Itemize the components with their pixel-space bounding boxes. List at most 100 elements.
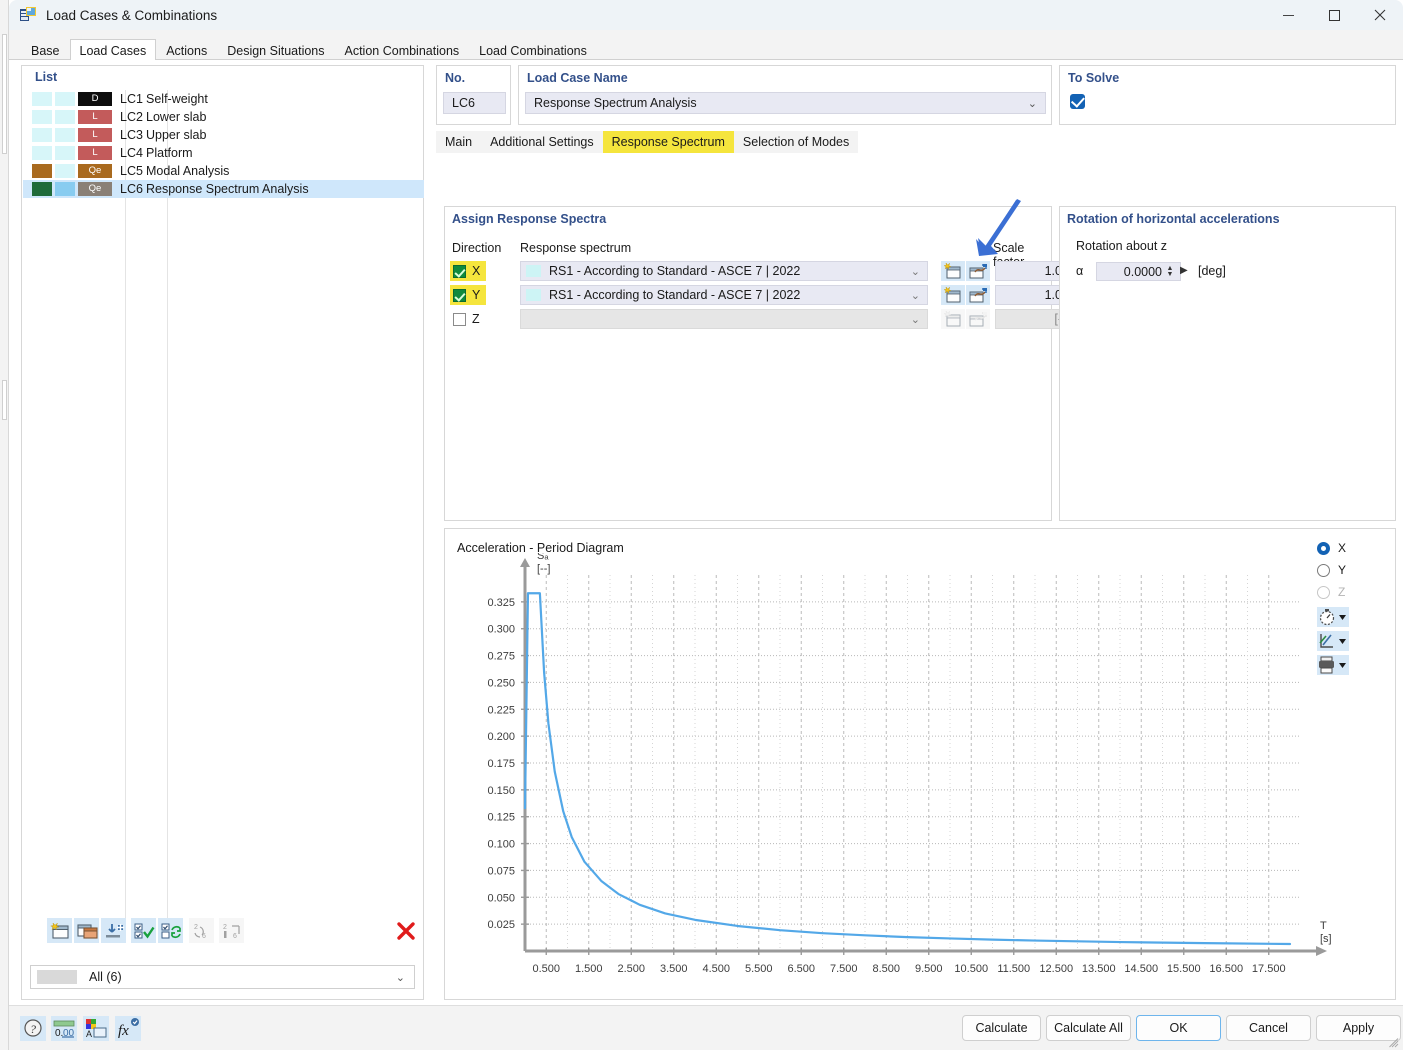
minimize-button[interactable]	[1265, 0, 1311, 30]
alpha-expand-icon[interactable]: ▶	[1180, 265, 1188, 276]
graph-settings-icon[interactable]	[1317, 631, 1349, 651]
load-case-name: Lower slab	[146, 110, 207, 124]
list-item[interactable]: L LC2 Lower slab	[23, 108, 424, 126]
response-spectrum-row: Z ⌄ [-	[450, 309, 1067, 329]
filter-swatch	[37, 970, 77, 984]
load-case-name-value: Response Spectrum Analysis	[534, 96, 697, 110]
select-all-icon[interactable]	[131, 918, 156, 943]
delete-load-case-icon[interactable]	[393, 918, 418, 943]
list-item[interactable]: Qe LC6 Response Spectrum Analysis	[23, 180, 424, 198]
detail-tab-response-spectrum[interactable]: Response Spectrum	[602, 131, 734, 153]
calculate-all-button[interactable]: Calculate All	[1046, 1015, 1131, 1041]
radio-y-icon[interactable]	[1317, 563, 1330, 577]
chevron-down-icon: ⌄	[395, 971, 405, 984]
load-case-name: Modal Analysis	[146, 164, 230, 178]
svg-text:0.200: 0.200	[487, 731, 515, 743]
list-filter-value: All (6)	[89, 970, 122, 984]
import-load-case-icon[interactable]	[101, 918, 126, 943]
response-spectrum-row: Y RS1 - According to Standard - ASCE 7 |…	[450, 285, 1067, 305]
direction-checkbox-y[interactable]	[453, 288, 466, 302]
detail-tab-additional-settings[interactable]: Additional Settings	[481, 131, 603, 153]
cancel-button[interactable]: Cancel	[1226, 1015, 1311, 1041]
assign-panel-title: Assign Response Spectra	[452, 212, 607, 226]
edit-spectrum-icon[interactable]	[966, 261, 990, 281]
new-load-case-icon[interactable]	[47, 918, 72, 943]
svg-text:8.500: 8.500	[872, 963, 900, 975]
load-case-color-swatch	[32, 92, 52, 106]
svg-text:6.500: 6.500	[787, 963, 815, 975]
direction-cell-y[interactable]: Y	[450, 285, 486, 305]
print-icon[interactable]	[1317, 655, 1349, 675]
app-icon	[20, 7, 37, 23]
direction-checkbox-z[interactable]	[453, 312, 466, 326]
acceleration-period-diagram-panel: Acceleration - Period Diagram 0.025 0.050…	[444, 528, 1396, 1000]
ok-button[interactable]: OK	[1136, 1015, 1221, 1041]
detail-tab-main[interactable]: Main	[436, 131, 482, 153]
direction-label-z: Z	[472, 312, 480, 326]
spectrum-value-y: RS1 - According to Standard - ASCE 7 | 2…	[549, 288, 801, 302]
load-case-color-swatch-2	[55, 110, 75, 124]
svg-text:[--]: [--]	[537, 563, 550, 575]
svg-text:0.050: 0.050	[487, 892, 515, 904]
svg-text:0.325: 0.325	[487, 597, 515, 609]
help-icon[interactable]: ?	[20, 1016, 46, 1041]
maximize-button[interactable]	[1311, 0, 1357, 30]
load-case-list[interactable]: D LC1 Self-weight L LC2 Lower slab L LC3 Upper s…	[23, 90, 424, 935]
edit-spectrum-icon[interactable]	[966, 285, 990, 305]
list-header: List	[35, 70, 58, 84]
new-spectrum-icon[interactable]	[941, 261, 965, 281]
damping-settings-icon[interactable]	[1317, 607, 1349, 627]
svg-text:0.075: 0.075	[487, 865, 515, 877]
load-case-color-swatch	[32, 146, 52, 160]
spectrum-combo-x[interactable]: RS1 - According to Standard - ASCE 7 | 2…	[520, 261, 928, 281]
scale-factor-input-z: [-	[995, 309, 1067, 329]
list-item[interactable]: L LC3 Upper slab	[23, 126, 424, 144]
load-case-id: LC5	[120, 164, 143, 178]
chevron-down-icon: ⌄	[910, 313, 920, 326]
detail-tab-selection-of-modes[interactable]: Selection of Modes	[733, 131, 859, 153]
load-case-action-tag: L	[78, 110, 112, 124]
units-icon[interactable]: 0. 00	[51, 1016, 77, 1041]
scale-factor-input-x[interactable]: 1.0	[995, 261, 1067, 281]
diagram-radio-z: Z	[1317, 581, 1357, 603]
load-case-name-combo[interactable]: Response Spectrum Analysis ⌄	[525, 92, 1046, 114]
diagram-radio-x[interactable]: X	[1317, 537, 1357, 559]
close-button[interactable]	[1357, 0, 1403, 30]
title-bar: Load Cases & Combinations	[9, 0, 1403, 30]
display-properties-icon[interactable]: A	[83, 1016, 109, 1041]
svg-text:0.275: 0.275	[487, 651, 515, 663]
to-solve-label: To Solve	[1068, 71, 1120, 85]
direction-cell-x[interactable]: X	[450, 261, 486, 281]
load-case-action-tag: Qe	[78, 164, 112, 178]
load-case-name: Response Spectrum Analysis	[146, 182, 309, 196]
diagram-radio-y[interactable]: Y	[1317, 559, 1357, 581]
dialog-body: List D LC1 Self-weight L LC2 Lower slab L LC3 Up…	[9, 60, 1403, 1005]
svg-text:16.500: 16.500	[1209, 963, 1243, 975]
list-item[interactable]: D LC1 Self-weight	[23, 90, 424, 108]
load-case-no-input[interactable]: LC6	[443, 92, 506, 114]
to-solve-checkbox[interactable]	[1070, 94, 1085, 109]
load-case-color-swatch	[32, 164, 52, 178]
list-filter-dropdown[interactable]: All (6) ⌄	[30, 965, 415, 989]
alpha-spinner[interactable]: ▲ ▼	[1165, 262, 1175, 281]
svg-text:0.300: 0.300	[487, 624, 515, 636]
load-case-id: LC1	[120, 92, 143, 106]
radio-x-icon[interactable]	[1317, 541, 1330, 555]
deselect-toggle-icon[interactable]	[158, 918, 183, 943]
calculate-button[interactable]: Calculate	[962, 1015, 1041, 1041]
direction-cell-z[interactable]: Z	[450, 309, 486, 329]
new-spectrum-icon[interactable]	[941, 285, 965, 305]
load-case-color-swatch	[32, 182, 52, 196]
copy-load-case-icon[interactable]	[74, 918, 99, 943]
annotation-arrow-icon	[976, 199, 1021, 256]
svg-text:0.175: 0.175	[487, 758, 515, 770]
direction-checkbox-x[interactable]	[453, 264, 466, 278]
spectrum-combo-y[interactable]: RS1 - According to Standard - ASCE 7 | 2…	[520, 285, 928, 305]
formula-icon[interactable]: fx	[115, 1016, 141, 1041]
resize-grip[interactable]	[1389, 1037, 1399, 1048]
window-title: Load Cases & Combinations	[46, 7, 218, 23]
list-item[interactable]: L LC4 Platform	[23, 144, 424, 162]
list-item[interactable]: Qe LC5 Modal Analysis	[23, 162, 424, 180]
radio-y-label: Y	[1338, 563, 1347, 577]
scale-factor-input-y[interactable]: 1.0	[995, 285, 1067, 305]
